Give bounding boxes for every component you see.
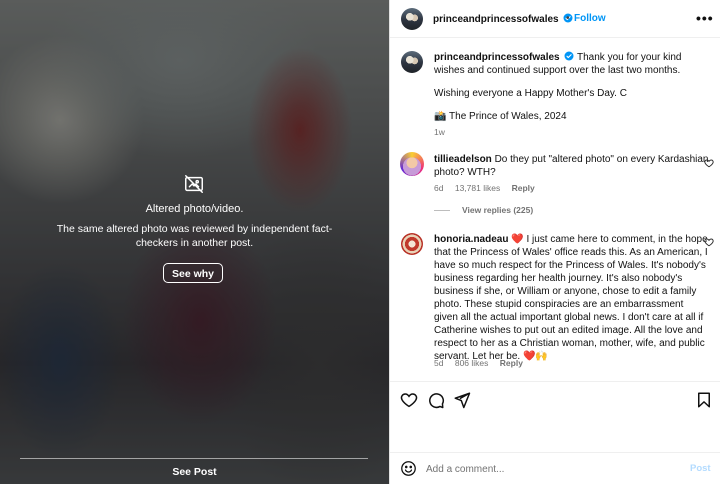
replies-line — [434, 210, 450, 212]
author-username-row[interactable]: princeandprincessofwales — [433, 13, 573, 25]
see-post-button[interactable]: See Post — [0, 466, 389, 478]
author-avatar[interactable] — [401, 8, 423, 30]
bookmark-icon[interactable] — [695, 391, 713, 409]
image-slash-icon — [185, 175, 203, 193]
view-replies-label[interactable]: View replies (225) — [462, 205, 533, 215]
comment-body: honoria.nadeau ❤️ I just came here to co… — [434, 233, 709, 363]
comment-likes[interactable]: 806 likes — [455, 358, 489, 368]
comment-meta: 6d 13,781 likes Reply — [434, 183, 544, 193]
header-separator: • — [566, 13, 570, 24]
see-why-button[interactable]: See why — [163, 263, 223, 283]
post-panel: princeandprincessofwales • Follow ••• pr… — [389, 0, 720, 484]
comment-reply-button[interactable]: Reply — [512, 183, 535, 193]
post-media[interactable]: Altered photo/video. The same altered ph… — [0, 0, 389, 484]
comment-input[interactable] — [426, 461, 666, 477]
comment-meta: 5d 806 likes Reply — [434, 358, 532, 368]
verified-badge-icon — [564, 51, 574, 61]
like-comment-heart-icon[interactable] — [704, 237, 714, 247]
comments-scroll-area[interactable]: princeandprincessofwales Thank you for y… — [390, 38, 720, 382]
comment-icon[interactable] — [427, 391, 445, 409]
emoji-icon[interactable] — [400, 460, 417, 477]
post-comment-button[interactable]: Post — [690, 463, 711, 474]
comment-likes[interactable]: 13,781 likes — [455, 183, 500, 193]
more-options-icon[interactable]: ••• — [696, 10, 714, 26]
commenter-avatar[interactable] — [401, 233, 423, 255]
share-icon[interactable] — [453, 391, 471, 409]
see-post-divider — [20, 458, 368, 459]
comment-time[interactable]: 5d — [434, 358, 443, 368]
comment-username[interactable]: honoria.nadeau — [434, 234, 508, 245]
comment-time[interactable]: 6d — [434, 183, 443, 193]
post-header: princeandprincessofwales • Follow ••• — [390, 0, 720, 38]
follow-button[interactable]: Follow — [574, 13, 606, 24]
author-username[interactable]: princeandprincessofwales — [433, 14, 559, 25]
view-replies-button[interactable]: View replies (225) — [434, 205, 533, 215]
altered-photo-description: The same altered photo was reviewed by i… — [56, 223, 333, 249]
caption-line-3: 📸 The Prince of Wales, 2024 — [434, 111, 567, 122]
comment-reply-button[interactable]: Reply — [500, 358, 523, 368]
post-action-bar — [390, 381, 720, 421]
caption-username[interactable]: princeandprincessofwales — [434, 52, 560, 63]
caption-line-2: Wishing everyone a Happy Mother's Day. C — [434, 88, 627, 99]
add-comment-bar: Post — [390, 452, 720, 484]
heart-icon[interactable] — [400, 391, 418, 409]
caption-time[interactable]: 1w — [434, 126, 714, 139]
comment-body: tillieadelson Do they put "altered photo… — [434, 153, 709, 179]
comment-text: ❤️ I just came here to comment, in the h… — [434, 234, 708, 362]
altered-photo-title: Altered photo/video. — [145, 203, 244, 215]
comment-username[interactable]: tillieadelson — [434, 154, 492, 165]
caption-avatar[interactable] — [401, 51, 423, 73]
like-comment-heart-icon[interactable] — [704, 158, 714, 168]
post-caption: princeandprincessofwales Thank you for y… — [434, 51, 714, 139]
commenter-avatar[interactable] — [400, 152, 424, 176]
